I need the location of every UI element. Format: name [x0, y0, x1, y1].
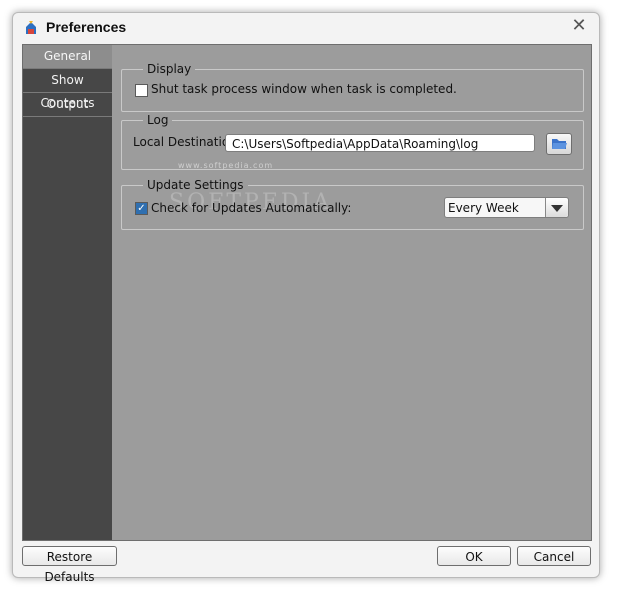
watermark-url: www.softpedia.com — [178, 161, 274, 170]
update-settings-group: Update Settings ✓ Check for Updates Auto… — [121, 178, 584, 230]
log-group-title: Log — [143, 113, 173, 127]
display-group: Display Shut task process window when ta… — [121, 62, 584, 112]
preferences-window: Preferences ✕ General Show Contents Outp… — [12, 12, 600, 584]
sidebar-item-output[interactable]: Output — [23, 93, 112, 117]
update-frequency-select[interactable]: Every Week — [444, 197, 569, 218]
shut-window-label: Shut task process window when task is co… — [151, 82, 457, 96]
restore-defaults-button[interactable]: Restore Defaults — [22, 546, 117, 584]
display-group-title: Display — [143, 62, 196, 76]
sidebar: General Show Contents Output — [23, 45, 112, 540]
close-icon[interactable]: ✕ — [569, 16, 589, 36]
update-settings-title: Update Settings — [143, 178, 248, 192]
window-title: Preferences — [46, 19, 127, 35]
sidebar-item-general[interactable]: General — [23, 45, 112, 69]
chevron-down-icon — [551, 205, 563, 212]
shut-window-checkbox[interactable] — [135, 84, 148, 97]
browse-folder-button[interactable] — [546, 133, 572, 155]
auto-update-checkbox[interactable]: ✓ — [135, 202, 148, 215]
auto-update-label: Check for Updates Automatically: — [151, 201, 352, 215]
folder-icon — [552, 139, 567, 149]
check-icon: ✓ — [136, 203, 147, 214]
dropdown-button[interactable] — [545, 198, 568, 217]
app-icon — [23, 20, 39, 36]
ok-button[interactable]: OK — [437, 546, 511, 566]
content-panel: General Show Contents Output Display Shu… — [22, 44, 592, 541]
sidebar-item-show-contents[interactable]: Show Contents — [23, 69, 112, 110]
update-frequency-value: Every Week — [448, 201, 519, 215]
title-bar: Preferences ✕ — [13, 13, 599, 43]
local-destination-input[interactable]: C:\Users\Softpedia\AppData\Roaming\log — [225, 134, 535, 152]
cancel-button[interactable]: Cancel — [517, 546, 591, 566]
